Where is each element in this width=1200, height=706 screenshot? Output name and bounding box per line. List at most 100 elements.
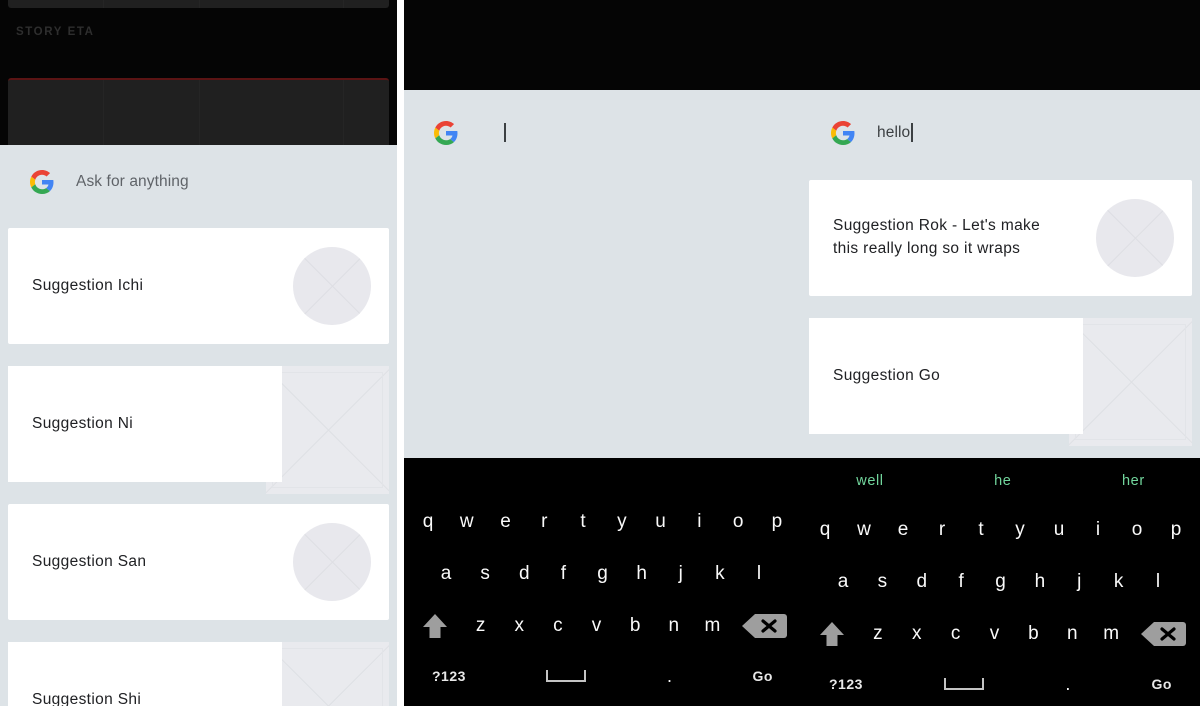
keyboard-row-2: a s d f g h j k l: [408, 548, 797, 600]
right-search-bar[interactable]: hello: [801, 90, 1200, 175]
keyboard-row-4: ?123 . Go: [408, 652, 797, 700]
key-e[interactable]: e: [893, 519, 913, 541]
key-r[interactable]: r: [932, 519, 952, 541]
left-search-bar[interactable]: Ask for anything: [0, 145, 397, 218]
panel-divider: [397, 0, 404, 706]
go-action-key[interactable]: Go: [1152, 676, 1172, 692]
suggestion-card-wrap[interactable]: Suggestion Ni: [8, 366, 389, 494]
key-i[interactable]: i: [1088, 519, 1108, 541]
key-h[interactable]: h: [1030, 571, 1050, 593]
key-b[interactable]: b: [625, 615, 645, 637]
key-t[interactable]: t: [573, 511, 593, 533]
key-o[interactable]: o: [728, 511, 748, 533]
key-z[interactable]: z: [471, 615, 491, 637]
word-suggestion[interactable]: well: [856, 473, 883, 489]
space-bar-icon[interactable]: [944, 678, 985, 690]
key-d[interactable]: d: [514, 563, 534, 585]
key-l[interactable]: l: [749, 563, 769, 585]
key-j[interactable]: j: [1069, 571, 1089, 593]
text-cursor: [911, 123, 913, 142]
search-input-value[interactable]: hello: [877, 123, 913, 142]
key-z[interactable]: z: [868, 623, 888, 645]
key-j[interactable]: j: [671, 563, 691, 585]
middle-search-bar[interactable]: [404, 90, 801, 175]
key-r[interactable]: r: [534, 511, 554, 533]
key-f[interactable]: f: [553, 563, 573, 585]
key-c[interactable]: c: [548, 615, 568, 637]
key-d[interactable]: d: [912, 571, 932, 593]
shift-icon[interactable]: [418, 611, 452, 641]
text-cursor: [504, 123, 506, 142]
suggestion-card-wrap[interactable]: Suggestion Shi: [8, 642, 389, 706]
suggestion-card-wrap[interactable]: Suggestion San: [8, 504, 389, 620]
panel-left: STORY ETA Ask for anything Suggestion Ic…: [0, 0, 397, 706]
suggestion-card[interactable]: Suggestion Ni: [8, 366, 282, 482]
key-k[interactable]: k: [710, 563, 730, 585]
key-w[interactable]: w: [854, 519, 874, 541]
symbols-key[interactable]: ?123: [432, 668, 466, 684]
suggestion-card-wrap[interactable]: Suggestion Ichi: [8, 228, 389, 344]
key-i[interactable]: i: [689, 511, 709, 533]
space-bar-icon[interactable]: [546, 670, 587, 682]
symbols-key[interactable]: ?123: [829, 676, 863, 692]
backspace-icon[interactable]: [741, 611, 787, 641]
key-n[interactable]: n: [1062, 623, 1082, 645]
key-u[interactable]: u: [651, 511, 671, 533]
keyboard-row-2: a s d f g h j k l: [805, 556, 1196, 608]
key-u[interactable]: u: [1049, 519, 1069, 541]
key-w[interactable]: w: [457, 511, 477, 533]
key-x[interactable]: x: [509, 615, 529, 637]
key-k[interactable]: k: [1109, 571, 1129, 593]
key-f[interactable]: f: [951, 571, 971, 593]
key-t[interactable]: t: [971, 519, 991, 541]
key-v[interactable]: v: [985, 623, 1005, 645]
key-a[interactable]: a: [833, 571, 853, 593]
suggestion-card[interactable]: Suggestion Ichi: [8, 228, 389, 344]
key-s[interactable]: s: [475, 563, 495, 585]
key-n[interactable]: n: [664, 615, 684, 637]
suggestion-card[interactable]: Suggestion Shi: [8, 642, 282, 706]
key-e[interactable]: e: [496, 511, 516, 533]
word-suggestion[interactable]: he: [994, 473, 1011, 489]
key-m[interactable]: m: [702, 615, 722, 637]
suggestion-card[interactable]: Suggestion Rok - Let's make this really …: [809, 180, 1192, 296]
keyboard-row-4: ?123 . Go: [805, 660, 1196, 706]
suggestion-card-wrap[interactable]: Suggestion Go: [809, 318, 1192, 446]
panel-middle: q w e r t y u i o p a s d f g h j k l z …: [404, 0, 801, 706]
key-v[interactable]: v: [587, 615, 607, 637]
key-m[interactable]: m: [1101, 623, 1121, 645]
key-q[interactable]: q: [815, 519, 835, 541]
key-y[interactable]: y: [612, 511, 632, 533]
key-p[interactable]: p: [767, 511, 787, 533]
key-y[interactable]: y: [1010, 519, 1030, 541]
key-q[interactable]: q: [418, 511, 438, 533]
image-placeholder-circle-icon: [293, 247, 371, 325]
google-logo-icon: [30, 169, 54, 194]
period-key[interactable]: .: [667, 666, 672, 687]
key-o[interactable]: o: [1127, 519, 1147, 541]
shift-icon[interactable]: [815, 619, 849, 649]
go-action-key[interactable]: Go: [753, 668, 773, 684]
right-app-chrome: [801, 0, 1200, 90]
image-placeholder-square-icon: [266, 366, 389, 494]
key-c[interactable]: c: [946, 623, 966, 645]
period-key[interactable]: .: [1065, 674, 1070, 695]
chrome-card-bottom: [8, 78, 389, 148]
suggestion-title: Suggestion Go: [833, 366, 941, 384]
suggestion-card[interactable]: Suggestion Go: [809, 318, 1083, 434]
backspace-icon[interactable]: [1140, 619, 1186, 649]
section-label-story-eta: STORY ETA: [16, 26, 95, 38]
key-g[interactable]: g: [991, 571, 1011, 593]
suggestion-card-wrap[interactable]: Suggestion Rok - Let's make this really …: [809, 180, 1192, 296]
key-p[interactable]: p: [1166, 519, 1186, 541]
key-g[interactable]: g: [593, 563, 613, 585]
word-suggestion[interactable]: her: [1122, 473, 1145, 489]
key-b[interactable]: b: [1023, 623, 1043, 645]
key-s[interactable]: s: [872, 571, 892, 593]
google-logo-icon: [434, 120, 458, 145]
key-x[interactable]: x: [907, 623, 927, 645]
key-a[interactable]: a: [436, 563, 456, 585]
key-l[interactable]: l: [1148, 571, 1168, 593]
suggestion-card[interactable]: Suggestion San: [8, 504, 389, 620]
key-h[interactable]: h: [632, 563, 652, 585]
